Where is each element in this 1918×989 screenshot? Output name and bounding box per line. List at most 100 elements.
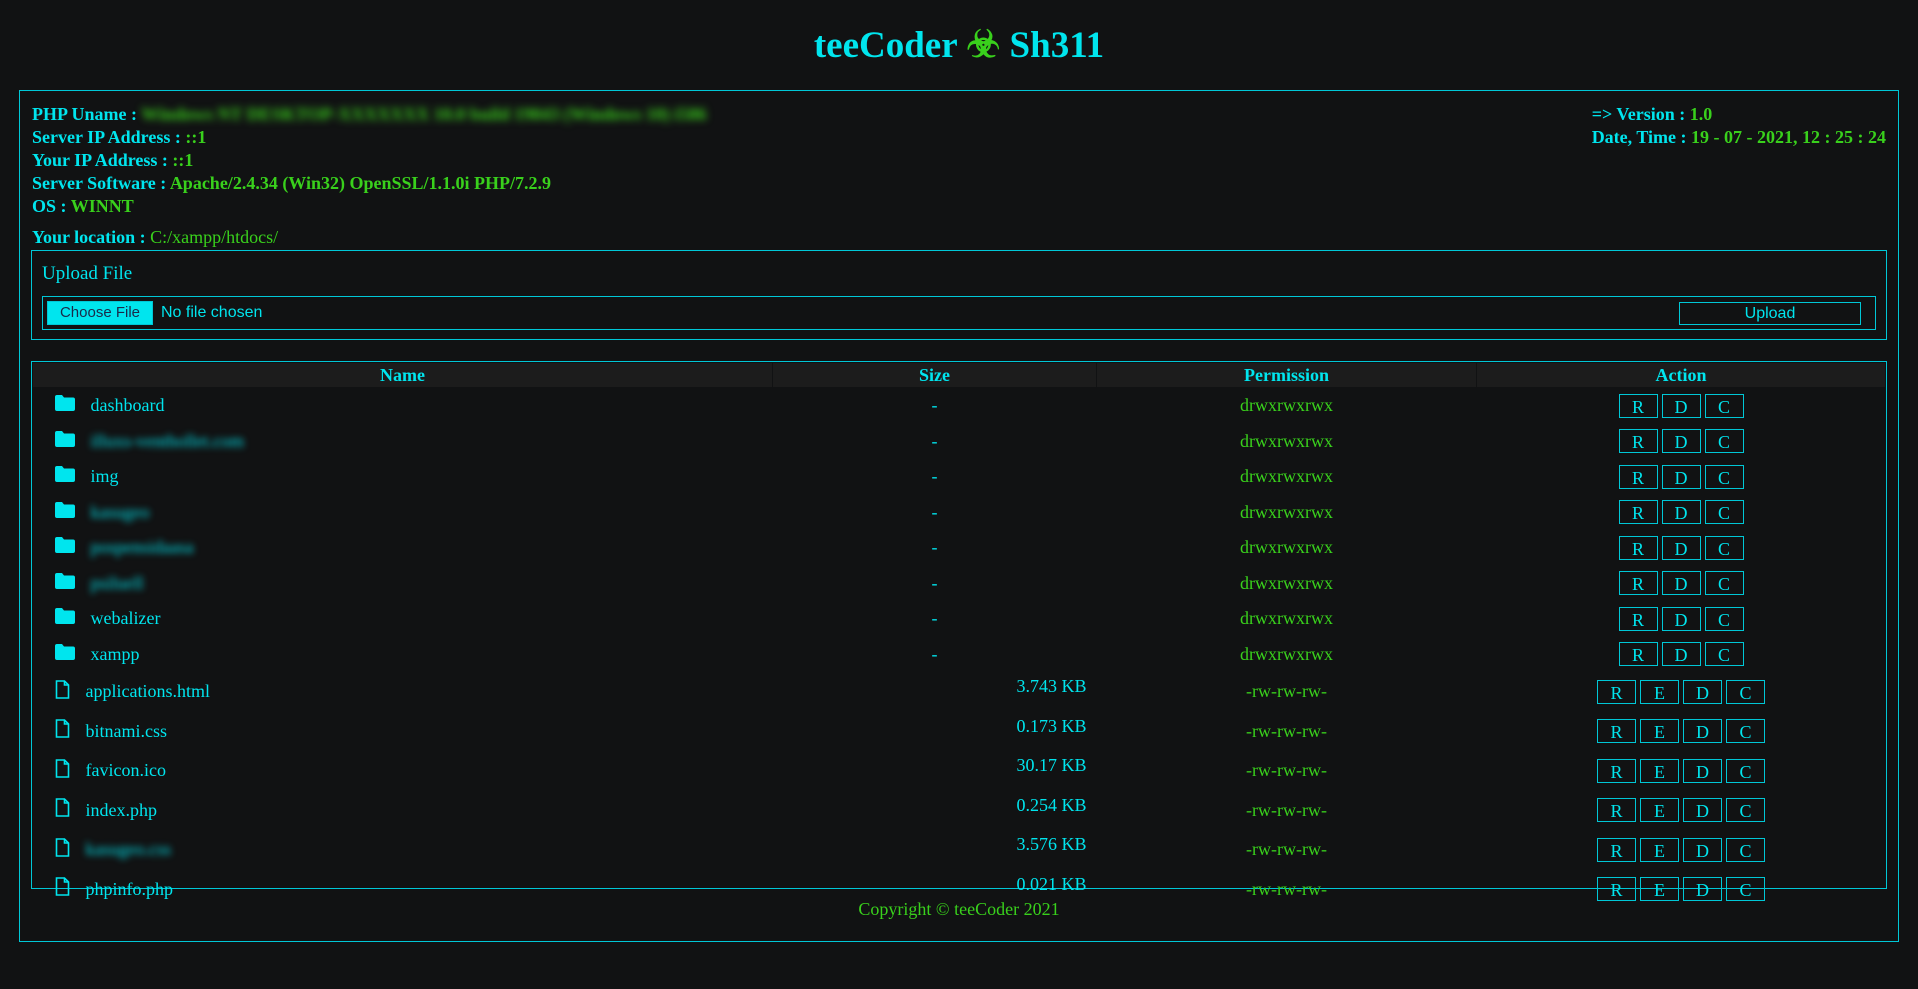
version-info: => Version : 1.0 Date, Time : 19 - 07 - …: [1592, 103, 1886, 149]
rename-button[interactable]: R: [1597, 877, 1636, 902]
edit-button[interactable]: E: [1640, 877, 1679, 902]
delete-button[interactable]: D: [1661, 464, 1701, 489]
table-row: dashboard - drwxrwxrwx R D C: [33, 388, 1886, 424]
delete-button[interactable]: D: [1683, 837, 1722, 862]
chmod-button[interactable]: C: [1726, 719, 1765, 744]
file-link[interactable]: applications.html: [86, 681, 210, 702]
name-cell: applications.html: [33, 672, 773, 712]
chmod-button[interactable]: C: [1704, 571, 1744, 596]
upload-title: Upload File: [42, 263, 133, 284]
delete-button[interactable]: D: [1683, 798, 1722, 823]
size-cell: -: [931, 643, 938, 664]
rename-button[interactable]: R: [1618, 642, 1658, 667]
rename-button[interactable]: R: [1618, 606, 1658, 631]
rename-button[interactable]: R: [1597, 798, 1636, 823]
chmod-button[interactable]: C: [1704, 642, 1744, 667]
file-link[interactable]: favicon.ico: [86, 760, 166, 781]
location-label: Your location :: [32, 227, 146, 247]
rename-button[interactable]: R: [1618, 535, 1658, 560]
permission-cell: -rw-rw-rw-: [1246, 839, 1327, 860]
rename-button[interactable]: R: [1618, 571, 1658, 596]
edit-button[interactable]: E: [1640, 679, 1679, 704]
chmod-button[interactable]: C: [1704, 500, 1744, 525]
delete-button[interactable]: D: [1683, 758, 1722, 783]
size-cell: 0.173 KB: [1016, 715, 1087, 736]
size-cell: 0.254 KB: [1016, 794, 1087, 815]
chmod-button[interactable]: C: [1704, 464, 1744, 489]
rename-button[interactable]: R: [1618, 500, 1658, 525]
delete-button[interactable]: D: [1661, 393, 1701, 418]
rename-button[interactable]: R: [1618, 464, 1658, 489]
file-icon: [55, 679, 70, 704]
folder-link[interactable]: illuxs-venthollet.com: [91, 431, 244, 452]
table-row: pospensidaasa - drwxrwxrwx R D C: [33, 530, 1886, 566]
table-row: illuxs-venthollet.com - drwxrwxrwx R D C: [33, 424, 1886, 460]
size-cell: 3.743 KB: [1016, 676, 1087, 696]
folder-link[interactable]: dashboard: [91, 395, 165, 416]
delete-button[interactable]: D: [1661, 535, 1701, 560]
permission-cell: drwxrwxrwx: [1240, 501, 1333, 522]
delete-button[interactable]: D: [1683, 719, 1722, 744]
rename-button[interactable]: R: [1597, 758, 1636, 783]
delete-button[interactable]: D: [1661, 571, 1701, 596]
datetime-label: Date, Time :: [1591, 127, 1687, 147]
chmod-button[interactable]: C: [1726, 758, 1765, 783]
rename-button[interactable]: R: [1597, 719, 1636, 744]
name-cell: img: [33, 459, 773, 495]
folder-link[interactable]: kasugeo: [91, 502, 150, 523]
your-ip-label: Your IP Address :: [32, 150, 168, 170]
permission-cell: -rw-rw-rw-: [1246, 720, 1327, 741]
delete-button[interactable]: D: [1661, 606, 1701, 631]
table-row: psiluell - drwxrwxrwx R D C: [33, 566, 1886, 602]
page-title: teeCoder ☣ Sh311: [0, 0, 1918, 68]
table-row: img - drwxrwxrwx R D C: [33, 459, 1886, 495]
chmod-button[interactable]: C: [1726, 837, 1765, 862]
folder-link[interactable]: img: [91, 466, 119, 487]
edit-button[interactable]: E: [1640, 758, 1679, 783]
table-row: bitnami.css 0.173 KB -rw-rw-rw- R E D C: [33, 712, 1886, 752]
delete-button[interactable]: D: [1683, 679, 1722, 704]
rename-button[interactable]: R: [1597, 679, 1636, 704]
folder-link[interactable]: webalizer: [91, 608, 161, 629]
size-cell: -: [931, 572, 938, 593]
chmod-button[interactable]: C: [1704, 429, 1744, 454]
chmod-button[interactable]: C: [1726, 798, 1765, 823]
folder-link[interactable]: pospensidaasa: [91, 537, 194, 558]
rename-button[interactable]: R: [1618, 429, 1658, 454]
chmod-button[interactable]: C: [1704, 535, 1744, 560]
file-icon: [55, 758, 70, 783]
action-cell: RDC: [1477, 459, 1886, 495]
upload-button[interactable]: Upload: [1679, 302, 1861, 325]
file-link[interactable]: phpinfo.php: [86, 879, 174, 900]
chmod-button[interactable]: C: [1726, 877, 1765, 902]
action-cell: REDC: [1477, 830, 1886, 870]
permission-cell: -rw-rw-rw-: [1246, 799, 1327, 820]
name-cell: kasugeo.css: [33, 830, 773, 870]
os-row: OS : WINNT: [32, 195, 706, 218]
file-link[interactable]: index.php: [86, 800, 158, 821]
delete-button[interactable]: D: [1661, 642, 1701, 667]
chmod-button[interactable]: C: [1726, 679, 1765, 704]
edit-button[interactable]: E: [1640, 837, 1679, 862]
rename-button[interactable]: R: [1597, 837, 1636, 862]
file-link[interactable]: kasugeo.css: [86, 839, 171, 860]
rename-button[interactable]: R: [1618, 393, 1658, 418]
delete-button[interactable]: D: [1683, 877, 1722, 902]
edit-button[interactable]: E: [1640, 719, 1679, 744]
delete-button[interactable]: D: [1661, 429, 1701, 454]
chmod-button[interactable]: C: [1704, 606, 1744, 631]
permission-cell: drwxrwxrwx: [1240, 466, 1333, 487]
server-info: PHP Uname : Windows NT DESKTOP-XXXXXXX 1…: [32, 103, 706, 218]
size-cell: -: [931, 466, 938, 487]
your-ip-value: ::1: [172, 150, 194, 170]
edit-button[interactable]: E: [1640, 798, 1679, 823]
file-link[interactable]: bitnami.css: [86, 721, 168, 742]
folder-link[interactable]: xampp: [91, 644, 140, 665]
delete-button[interactable]: D: [1661, 500, 1701, 525]
location-link[interactable]: C:/xampp/htdocs/: [150, 227, 278, 247]
permission-cell: drwxrwxrwx: [1240, 572, 1333, 593]
folder-link[interactable]: psiluell: [91, 573, 144, 594]
chmod-button[interactable]: C: [1704, 393, 1744, 418]
choose-file-button[interactable]: Choose File: [47, 301, 153, 325]
header-permission: Permission: [1096, 362, 1477, 388]
